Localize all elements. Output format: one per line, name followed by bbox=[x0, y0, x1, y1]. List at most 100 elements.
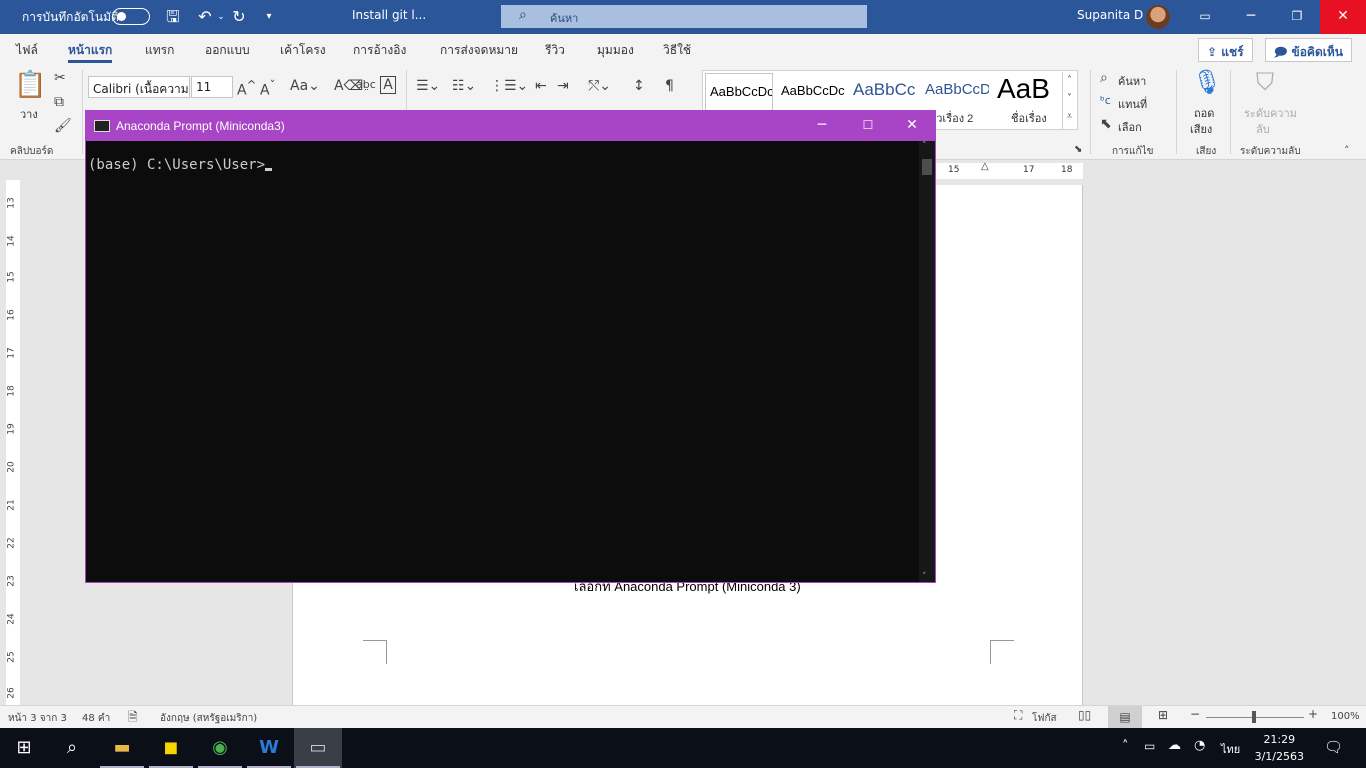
share-button[interactable]: ⇪ แชร์ bbox=[1198, 38, 1253, 62]
tab-help[interactable]: วิธีใช้ bbox=[663, 41, 691, 60]
scroll-up-icon[interactable]: ˄ bbox=[922, 141, 927, 151]
word-icon[interactable]: W bbox=[245, 728, 293, 768]
increase-indent-icon[interactable]: ⇥ bbox=[557, 78, 569, 94]
console-prompt[interactable]: (base) C:\Users\User> bbox=[88, 157, 273, 173]
ribbon-display-options-icon[interactable]: ▭ bbox=[1182, 0, 1228, 34]
find-label[interactable]: ค้นหา bbox=[1118, 72, 1146, 90]
ribbon-tabs: ไฟล์ หน้าแรก แทรก ออกแบบ เค้าโครง การอ้า… bbox=[0, 34, 1366, 64]
replace-icon[interactable]: ᵇc bbox=[1100, 94, 1111, 107]
sticky-notes-icon[interactable]: ◼ bbox=[147, 728, 195, 768]
replace-label[interactable]: แทนที่ bbox=[1118, 95, 1147, 113]
microphone-icon[interactable]: 🎙 bbox=[1192, 68, 1222, 96]
console-maximize-button[interactable]: ☐ bbox=[845, 111, 891, 141]
zoom-in-icon[interactable]: + bbox=[1308, 707, 1318, 721]
ruler-mark: 13 bbox=[6, 197, 17, 209]
decrease-indent-icon[interactable]: ⇤ bbox=[535, 78, 547, 94]
format-painter-icon[interactable]: 🖌 bbox=[54, 118, 72, 134]
start-windows-icon[interactable]: ⊞ bbox=[0, 728, 48, 768]
collapse-ribbon-icon[interactable]: ˄ bbox=[1344, 144, 1350, 157]
styles-launcher-icon[interactable]: ⬊ bbox=[1074, 144, 1082, 155]
avatar[interactable] bbox=[1146, 5, 1170, 29]
tab-design[interactable]: ออกแบบ bbox=[205, 41, 250, 60]
console-window[interactable]: Anaconda Prompt (Miniconda3) ─ ☐ ✕ (base… bbox=[85, 110, 936, 583]
redo-icon[interactable]: ↻ bbox=[228, 6, 250, 28]
console-close-button[interactable]: ✕ bbox=[889, 111, 935, 141]
clock-time: 21:29 bbox=[1263, 733, 1296, 746]
restore-button[interactable]: ❐ bbox=[1274, 0, 1320, 34]
bullets-icon[interactable]: ☰⌄ bbox=[416, 78, 440, 94]
find-icon[interactable]: ⌕ bbox=[1100, 70, 1108, 86]
onedrive-icon[interactable]: ☁ bbox=[1168, 738, 1181, 753]
copy-icon[interactable]: ⧉ bbox=[54, 94, 64, 110]
save-icon[interactable]: 🖫 bbox=[162, 6, 184, 28]
minimize-button[interactable]: ─ bbox=[1228, 0, 1274, 34]
character-border-icon[interactable]: A bbox=[380, 76, 396, 94]
notifications-icon[interactable]: 🗨 bbox=[1324, 738, 1343, 756]
autosave-toggle[interactable] bbox=[112, 8, 150, 25]
chrome-icon[interactable]: ◉ bbox=[196, 728, 244, 768]
search-box[interactable]: ⌕ ค้นหา bbox=[501, 5, 867, 28]
dictate-label-2[interactable]: เสียง bbox=[1190, 120, 1212, 138]
focus-label[interactable]: โฟกัส bbox=[1032, 711, 1057, 726]
cut-icon[interactable]: ✂ bbox=[54, 70, 66, 86]
paste-icon[interactable]: 📋 bbox=[14, 70, 46, 100]
user-name[interactable]: Supanita D bbox=[1077, 8, 1143, 22]
vertical-ruler: 13 14 15 16 17 18 19 20 21 22 23 24 25 2… bbox=[0, 160, 26, 705]
zoom-out-icon[interactable]: − bbox=[1190, 707, 1200, 721]
shrink-font-icon[interactable]: Aˇ bbox=[260, 78, 275, 99]
ruler-mark: 25 bbox=[6, 651, 17, 663]
show-hidden-icons-icon[interactable]: ˄ bbox=[1122, 739, 1129, 754]
numbering-icon[interactable]: ☷⌄ bbox=[452, 78, 476, 94]
console-minimize-button[interactable]: ─ bbox=[799, 111, 845, 141]
indent-marker-icon[interactable]: △ bbox=[981, 161, 989, 172]
tab-file[interactable]: ไฟล์ bbox=[16, 41, 38, 60]
clock[interactable]: 21:29 3/1/2563 bbox=[1255, 731, 1304, 765]
tab-insert[interactable]: แทรก bbox=[145, 41, 174, 60]
page-count[interactable]: หน้า 3 จาก 3 bbox=[8, 711, 67, 726]
paste-label[interactable]: วาง bbox=[20, 105, 38, 123]
style-title[interactable]: AaB ชื่อเรื่อง bbox=[993, 73, 1061, 129]
sort-icon[interactable]: ↕ bbox=[633, 78, 645, 94]
share-icon: ⇪ bbox=[1207, 45, 1222, 59]
scrollbar-thumb[interactable] bbox=[922, 159, 932, 175]
console-scrollbar[interactable]: ˄ ˅ bbox=[919, 141, 935, 582]
proofing-icon[interactable]: 🗎 bbox=[128, 708, 138, 729]
change-case-icon[interactable]: Aa⌄ bbox=[290, 78, 320, 94]
language-status[interactable]: อังกฤษ (สหรัฐอเมริกา) bbox=[160, 711, 257, 726]
wifi-icon[interactable]: ◔ bbox=[1194, 738, 1205, 753]
print-layout-icon[interactable]: ▤ bbox=[1108, 706, 1142, 728]
phonetic-guide-icon[interactable]: ab̤c bbox=[356, 78, 376, 91]
file-explorer-icon[interactable]: ▬ bbox=[98, 728, 146, 768]
console-titlebar[interactable]: Anaconda Prompt (Miniconda3) ─ ☐ ✕ bbox=[86, 111, 935, 141]
customize-toolbar-icon[interactable]: ▾ bbox=[258, 6, 280, 28]
battery-icon[interactable]: ▭ bbox=[1144, 739, 1155, 753]
language-indicator[interactable]: ไทย bbox=[1221, 740, 1240, 758]
read-mode-icon[interactable]: ▯▯ bbox=[1078, 708, 1091, 722]
styles-scroll-icon[interactable]: ˄ ˅ ⩡ bbox=[1062, 72, 1076, 130]
tab-view[interactable]: มุมมอง bbox=[597, 41, 634, 60]
multilevel-list-icon[interactable]: ⋮☰⌄ bbox=[490, 78, 528, 94]
font-name-select[interactable]: Calibri (เนื้อความ) bbox=[88, 76, 190, 98]
tab-layout[interactable]: เค้าโครง bbox=[280, 41, 326, 60]
close-button[interactable]: ✕ bbox=[1320, 0, 1366, 34]
focus-icon[interactable]: ⛶ bbox=[1014, 708, 1022, 723]
zoom-slider-thumb[interactable] bbox=[1252, 711, 1256, 723]
comments-button[interactable]: 🗩 ข้อคิดเห็น bbox=[1265, 38, 1352, 62]
web-layout-icon[interactable]: ⊞ bbox=[1158, 708, 1168, 722]
scroll-down-icon[interactable]: ˅ bbox=[922, 572, 927, 582]
grow-font-icon[interactable]: A^ bbox=[237, 78, 256, 99]
taskbar-search-icon[interactable]: ⌕ bbox=[48, 728, 96, 768]
select-label[interactable]: เลือก bbox=[1118, 118, 1142, 136]
font-size-select[interactable]: 11 bbox=[191, 76, 233, 98]
word-count[interactable]: 48 คำ bbox=[82, 711, 110, 726]
text-direction-icon[interactable]: ⤲⌄ bbox=[588, 78, 611, 94]
tab-references[interactable]: การอ้างอิง bbox=[353, 41, 406, 60]
tab-home[interactable]: หน้าแรก bbox=[68, 41, 113, 63]
tab-review[interactable]: รีวิว bbox=[545, 41, 565, 60]
tab-mailings[interactable]: การส่งจดหมาย bbox=[440, 41, 518, 60]
terminal-taskbar-icon[interactable]: ▭ bbox=[294, 728, 342, 768]
show-formatting-marks-icon[interactable]: ¶ bbox=[665, 78, 674, 94]
zoom-level[interactable]: 100% bbox=[1331, 711, 1360, 722]
select-icon[interactable]: ⬉ bbox=[1100, 116, 1112, 132]
horizontal-ruler: 15 △ 17 18 bbox=[935, 161, 1083, 179]
